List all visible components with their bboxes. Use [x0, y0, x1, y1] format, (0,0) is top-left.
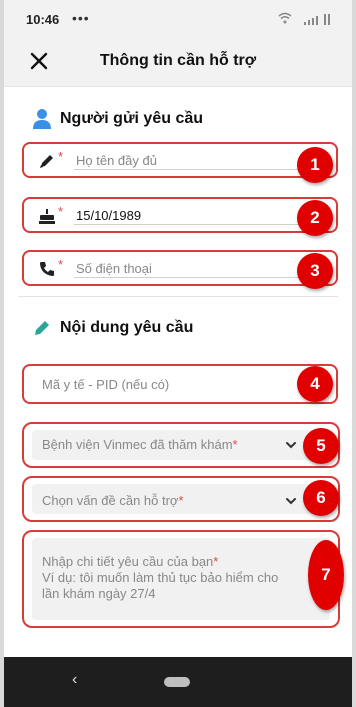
required-mark: *: [58, 257, 64, 272]
status-bar: 10:46 •••: [4, 0, 352, 40]
full-name-input[interactable]: Họ tên đầy đủ: [76, 153, 157, 168]
sender-section-heading: Người gửi yêu cầu: [32, 108, 203, 130]
sender-heading-label: Người gửi yêu cầu: [60, 110, 204, 127]
phone-screen: 10:46 ••• Thông tin cần hỗ trợ Người gửi…: [4, 0, 352, 707]
details-textarea[interactable]: Nhập chi tiết yêu cầu của bạn* Ví dụ: tô…: [22, 530, 340, 628]
birthday-cake-icon: [39, 209, 55, 224]
birth-date-input[interactable]: 15/10/1989: [76, 208, 141, 223]
pid-field[interactable]: Mã y tế - PID (nếu có): [22, 364, 338, 404]
issue-select-label: Chọn vấn đề cần hỗ trợ*: [42, 493, 184, 508]
app-header: Thông tin cần hỗ trợ: [4, 40, 352, 87]
birth-date-field[interactable]: * 15/10/1989: [22, 197, 338, 233]
system-nav-bar: ‹: [4, 657, 352, 707]
nav-home-button[interactable]: [164, 677, 190, 687]
pid-input[interactable]: Mã y tế - PID (nếu có): [42, 377, 169, 392]
signal-icon: [304, 14, 330, 25]
pencil-icon: [35, 321, 49, 335]
marker-5: 5: [303, 428, 339, 464]
status-dots: •••: [72, 10, 90, 26]
required-mark: *: [232, 437, 238, 452]
issue-select[interactable]: Chọn vấn đề cần hỗ trợ*: [22, 476, 340, 522]
nav-back-button[interactable]: ‹: [72, 671, 77, 689]
required-mark: *: [213, 554, 219, 569]
marker-6: 6: [303, 480, 339, 516]
hospital-select-label: Bệnh viện Vinmec đã thăm khám*: [42, 437, 238, 452]
content-section-heading: Nội dung yêu cầu: [32, 318, 193, 338]
details-example-text: Ví dụ: tôi muốn làm thủ tục bảo hiểm cho…: [42, 570, 279, 601]
marker-1: 1: [297, 147, 333, 183]
required-mark: *: [58, 149, 64, 164]
chevron-down-icon[interactable]: [284, 438, 298, 452]
chevron-down-icon[interactable]: [284, 494, 298, 508]
input-underline: [74, 169, 302, 170]
input-underline: [74, 277, 302, 278]
required-mark: *: [58, 204, 64, 219]
marker-7: 7: [308, 540, 344, 610]
section-divider: [18, 296, 338, 297]
person-icon: [33, 109, 51, 129]
phone-field[interactable]: * Số điện thoại: [22, 250, 338, 286]
phone-icon: [40, 262, 54, 276]
marker-4: 4: [297, 366, 333, 402]
page-title: Thông tin cần hỗ trợ: [99, 52, 257, 69]
hospital-select[interactable]: Bệnh viện Vinmec đã thăm khám*: [22, 422, 340, 468]
marker-2: 2: [297, 200, 333, 236]
details-textarea-placeholder: Nhập chi tiết yêu cầu của bạn* Ví dụ: tô…: [42, 554, 279, 601]
required-mark: *: [178, 493, 184, 508]
content-heading-label: Nội dung yêu cầu: [60, 319, 194, 336]
input-underline: [74, 224, 302, 225]
full-name-field[interactable]: * Họ tên đầy đủ: [22, 142, 338, 178]
phone-input[interactable]: Số điện thoại: [76, 261, 152, 276]
pencil-icon: [40, 155, 53, 168]
status-time: 10:46: [26, 12, 60, 27]
marker-3: 3: [297, 253, 333, 289]
wifi-icon: [278, 12, 292, 24]
